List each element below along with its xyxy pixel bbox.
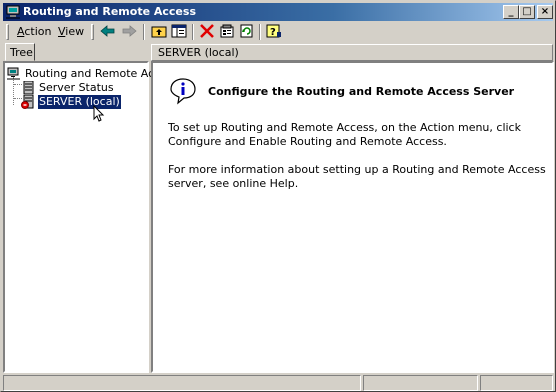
menu-toolbar-row: Action View ? [3,22,553,42]
tab-tree[interactable]: Tree [5,43,35,61]
up-level-button[interactable] [149,23,169,41]
maximize-button[interactable]: □ [519,5,535,19]
computer-network-icon [7,67,20,80]
setup-instructions-text: To set up Routing and Remote Access, on … [168,121,521,148]
toolbar-separator [259,24,261,40]
title-bar[interactable]: Routing and Remote Access _ □ × [3,3,553,21]
info-icon [170,78,196,105]
app-window: Routing and Remote Access _ □ × Action V… [0,0,556,392]
window-title: Routing and Remote Access [23,5,196,18]
back-button[interactable] [98,23,118,41]
result-pane: Configure the Routing and Remote Access … [151,61,554,373]
server-stopped-icon [21,95,34,109]
show-hide-tree-icon [171,24,187,38]
back-arrow-icon [100,25,115,37]
tab-row: Tree SERVER (local) [3,43,553,61]
result-pane-header: SERVER (local) [151,44,553,61]
tree-pane[interactable]: Routing and Remote Access Server Status … [3,61,178,373]
menu-view[interactable]: View [58,25,84,38]
properties-button[interactable] [217,23,237,41]
menubar-grip[interactable] [6,24,9,40]
toolbar-separator [192,24,194,40]
status-cell-3 [480,375,553,391]
refresh-button[interactable] [237,23,257,41]
show-hide-tree-button[interactable] [169,23,189,41]
tree-connector [13,77,14,105]
minimize-button[interactable]: _ [503,5,519,19]
delete-button[interactable] [197,23,217,41]
app-icon [6,5,20,19]
up-one-level-icon [151,26,167,38]
help-button[interactable]: ? [264,23,284,41]
mouse-cursor-icon [93,105,105,122]
forward-arrow-icon [122,25,137,37]
menu-action[interactable]: Action [17,25,51,38]
properties-icon [220,24,234,38]
help-icon: ? [266,24,281,38]
delete-icon [200,24,214,38]
close-button[interactable]: × [537,5,553,19]
more-info-text: For more information about setting up a … [168,163,546,190]
refresh-icon [240,24,253,38]
minimize-icon: _ [508,6,514,17]
toolbar-grip[interactable] [91,24,94,40]
svg-text:?: ? [270,27,276,38]
maximize-icon: □ [522,6,532,17]
toolbar-separator [143,24,145,40]
close-icon: × [540,6,550,17]
result-heading: Configure the Routing and Remote Access … [208,85,515,98]
forward-button[interactable] [119,23,139,41]
status-bar [3,375,553,391]
status-cell-2 [363,375,478,391]
status-cell-main [3,375,361,391]
server-status-icon [23,81,34,95]
